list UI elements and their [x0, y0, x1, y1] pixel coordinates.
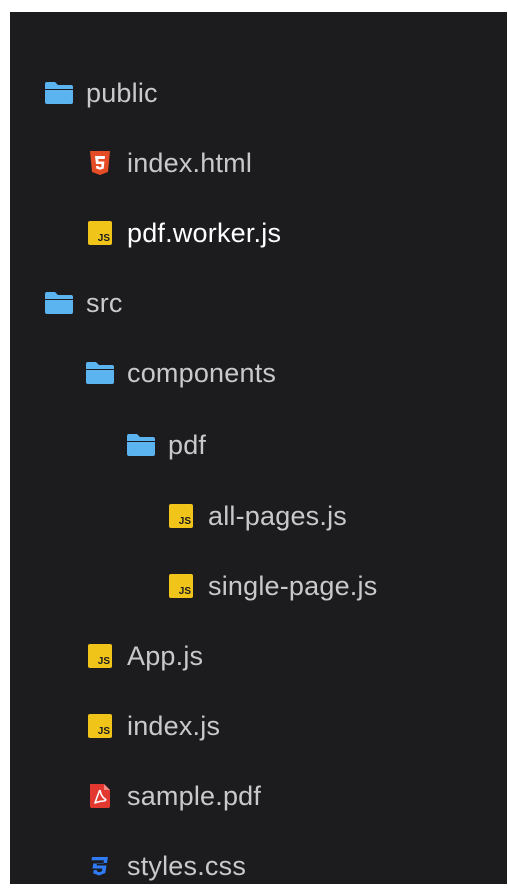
tree-item-app-js[interactable]: JS App.js: [10, 626, 507, 686]
pdf-file-icon: [85, 781, 115, 811]
folder-icon: [44, 78, 74, 108]
js-file-icon: JS: [85, 711, 115, 741]
file-explorer-tree: public index.html JS pdf.worker.js src c…: [10, 12, 507, 884]
tree-item-label: styles.css: [127, 850, 247, 881]
tree-item-public-folder[interactable]: public: [10, 63, 507, 123]
tree-item-label: single-page.js: [208, 570, 378, 601]
tree-item-label: index.js: [127, 710, 221, 741]
tree-item-index-html[interactable]: index.html: [10, 133, 507, 193]
tree-item-components-folder[interactable]: components: [10, 343, 507, 403]
js-file-icon: JS: [85, 641, 115, 671]
tree-item-label: index.html: [127, 147, 253, 178]
folder-icon: [44, 288, 74, 318]
tree-item-label: components: [127, 357, 277, 388]
tree-item-label: App.js: [127, 640, 204, 671]
tree-item-pdf-folder[interactable]: pdf: [10, 415, 507, 475]
tree-item-styles-css[interactable]: styles.css: [10, 836, 507, 896]
js-file-icon: JS: [166, 571, 196, 601]
css3-icon: [85, 851, 115, 881]
tree-item-src-folder[interactable]: src: [10, 273, 507, 333]
folder-icon: [126, 430, 156, 460]
tree-item-label: pdf: [168, 429, 207, 460]
tree-item-single-page-js[interactable]: JS single-page.js: [10, 556, 507, 616]
html5-icon: [85, 148, 115, 178]
tree-item-index-js[interactable]: JS index.js: [10, 696, 507, 756]
tree-item-sample-pdf[interactable]: sample.pdf: [10, 766, 507, 826]
js-file-icon: JS: [166, 501, 196, 531]
tree-item-label: public: [86, 77, 158, 108]
js-file-icon: JS: [85, 218, 115, 248]
tree-item-label: pdf.worker.js: [127, 217, 282, 248]
tree-item-label: all-pages.js: [208, 500, 347, 531]
folder-icon: [85, 358, 115, 388]
tree-item-label: src: [86, 287, 123, 318]
tree-item-pdf-worker-js[interactable]: JS pdf.worker.js: [10, 203, 507, 263]
tree-item-label: sample.pdf: [127, 780, 262, 811]
tree-item-all-pages-js[interactable]: JS all-pages.js: [10, 486, 507, 546]
